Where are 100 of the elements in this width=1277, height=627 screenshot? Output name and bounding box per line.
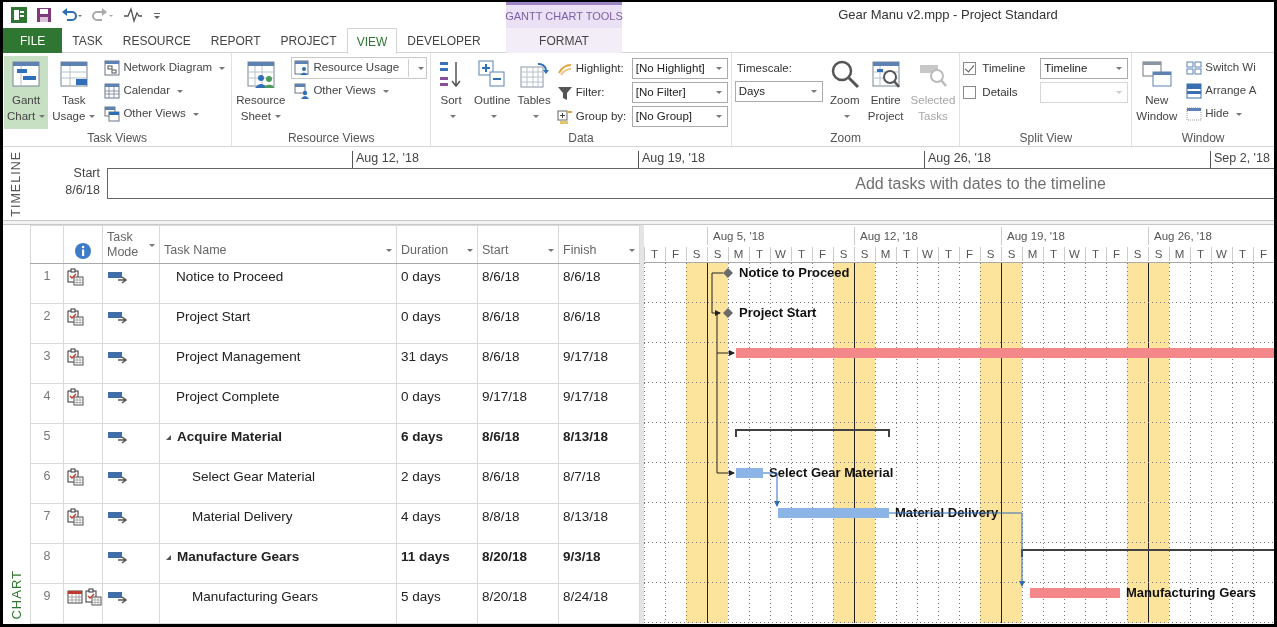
ribbon-button[interactable]: Task Usage bbox=[49, 56, 99, 129]
day-label: S bbox=[839, 248, 848, 260]
ribbon-button[interactable]: Outline bbox=[471, 56, 514, 129]
day-label: S bbox=[692, 248, 701, 260]
day-label: T bbox=[798, 248, 805, 260]
column-header[interactable]: Finish bbox=[558, 225, 640, 264]
collapse-icon[interactable] bbox=[166, 434, 171, 440]
row-number: 2 bbox=[30, 303, 64, 344]
ribbon-tab[interactable]: PROJECT bbox=[270, 28, 347, 53]
checkbox[interactable] bbox=[963, 62, 977, 75]
timeline-date: Aug 19, '18 bbox=[638, 151, 924, 168]
field-label: Highlight: bbox=[575, 60, 624, 76]
ribbon-button[interactable]: Sort bbox=[432, 56, 471, 129]
arrange-icon bbox=[1186, 83, 1203, 99]
ribbon-button[interactable]: Tables bbox=[514, 56, 554, 129]
ribbon-button[interactable]: Zoom bbox=[825, 56, 864, 129]
summary-bar[interactable] bbox=[1021, 549, 1274, 558]
pane-label: TIMELINE bbox=[8, 150, 25, 217]
table-cell: 0 days bbox=[396, 303, 478, 344]
filter-icon bbox=[556, 84, 573, 101]
ribbon-button[interactable]: Hide bbox=[1183, 103, 1260, 125]
ribbon-button[interactable]: Gantt Chart bbox=[4, 56, 49, 129]
dropdown-field[interactable]: Timeline bbox=[1040, 58, 1129, 79]
column-header[interactable]: Task Mode bbox=[102, 225, 160, 264]
auto-schedule-icon bbox=[107, 510, 129, 525]
day-label: M bbox=[1027, 248, 1038, 260]
ribbon-button[interactable]: Calendar bbox=[101, 80, 229, 102]
ribbon-tab[interactable]: RESOURCE bbox=[112, 28, 201, 53]
ribbon-tab[interactable]: TASK bbox=[62, 28, 113, 53]
group-label: Resource Views bbox=[286, 130, 376, 146]
column-header[interactable]: Task Name bbox=[159, 225, 397, 264]
collapse-icon[interactable] bbox=[166, 554, 171, 560]
ribbon-button[interactable]: Arrange A bbox=[1183, 80, 1260, 102]
bar-label: Notice to Proceed bbox=[739, 265, 850, 280]
column-header[interactable]: Duration bbox=[396, 225, 478, 264]
column-header[interactable]: Start bbox=[477, 225, 559, 264]
app-icon[interactable] bbox=[11, 7, 27, 23]
table-cell: 8/13/18 bbox=[558, 423, 640, 464]
auto-schedule-icon bbox=[107, 270, 129, 285]
task-name: Acquire Material bbox=[177, 429, 283, 444]
caret-icon bbox=[548, 249, 554, 253]
view-label: CHART bbox=[7, 570, 25, 620]
summary-bar[interactable] bbox=[735, 429, 890, 438]
day-label: T bbox=[1197, 248, 1204, 260]
day-label: M bbox=[880, 248, 891, 260]
milestone-marker[interactable] bbox=[723, 268, 733, 278]
task-name: Notice to Proceed bbox=[176, 269, 284, 284]
switch-windows-icon bbox=[1186, 60, 1203, 76]
ribbon-button[interactable]: Switch Wi bbox=[1183, 57, 1260, 79]
dropdown-field[interactable]: Days bbox=[734, 81, 823, 103]
dropdown-field[interactable]: [No Highlight] bbox=[631, 58, 728, 79]
info-icon[interactable] bbox=[74, 241, 92, 260]
windows-icon bbox=[104, 106, 121, 122]
save-icon[interactable] bbox=[36, 7, 52, 23]
day-label: M bbox=[733, 248, 744, 260]
ribbon-tab[interactable]: FILE bbox=[3, 28, 63, 53]
hide-window-icon bbox=[1186, 106, 1203, 122]
bar-label: Material Delivery bbox=[895, 505, 999, 520]
group-icon bbox=[556, 108, 573, 125]
day-label: W bbox=[775, 248, 786, 260]
timeline-message: Add tasks with dates to the timeline bbox=[855, 173, 1106, 194]
milestone-marker[interactable] bbox=[723, 308, 733, 318]
day-label: W bbox=[922, 248, 933, 260]
dropdown-field[interactable]: [No Filter] bbox=[631, 82, 728, 103]
week-label: Aug 26, '18 bbox=[1154, 230, 1212, 242]
timeline-bar[interactable]: Add tasks with dates to the timeline bbox=[107, 168, 1274, 199]
day-label: W bbox=[1069, 248, 1080, 260]
ribbon-button[interactable]: New Window bbox=[1133, 56, 1181, 129]
table-cell: 9/17/18 bbox=[558, 343, 640, 384]
calendar-icon bbox=[104, 83, 121, 99]
ribbon-tab[interactable]: VIEW bbox=[346, 28, 398, 54]
field-label: Filter: bbox=[575, 84, 605, 100]
ribbon-tab[interactable]: FORMAT bbox=[506, 28, 622, 53]
task-name: Manufacturing Gears bbox=[192, 589, 319, 604]
ribbon-button[interactable]: Other Views bbox=[101, 103, 229, 125]
table-cell: 0 days bbox=[396, 383, 478, 424]
day-label: M bbox=[1174, 248, 1185, 260]
ribbon-button[interactable]: Resource Usage bbox=[291, 57, 428, 79]
day-label: S bbox=[1007, 248, 1016, 260]
ribbon-tab[interactable]: REPORT bbox=[200, 28, 271, 53]
bar-label: Project Start bbox=[739, 305, 817, 320]
ribbon-button[interactable]: Resource Sheet bbox=[233, 56, 289, 129]
ribbon-button[interactable]: Other Views bbox=[291, 80, 428, 102]
ribbon-button[interactable]: Entire Project bbox=[864, 56, 907, 129]
table-cell: 8/20/18 bbox=[477, 583, 559, 624]
row-number: 6 bbox=[30, 463, 64, 504]
table-cell: 8/6/18 bbox=[558, 263, 640, 304]
table-cell: 8/20/18 bbox=[477, 543, 559, 584]
field-label: Group by: bbox=[575, 108, 627, 124]
day-label: F bbox=[1260, 248, 1267, 260]
dropdown-field[interactable]: [No Group] bbox=[631, 106, 728, 127]
undo-icon[interactable] bbox=[61, 7, 83, 23]
table-cell: 11 days bbox=[396, 543, 478, 584]
caret-icon bbox=[629, 249, 635, 253]
ribbon-button[interactable]: Network Diagram bbox=[101, 57, 229, 79]
ribbon-tab[interactable]: DEVELOPER bbox=[397, 28, 491, 53]
activity-icon[interactable] bbox=[123, 7, 143, 23]
table-cell: 9/17/18 bbox=[558, 383, 640, 424]
group-label: Zoom bbox=[829, 130, 862, 146]
group-label: Window bbox=[1180, 130, 1226, 146]
